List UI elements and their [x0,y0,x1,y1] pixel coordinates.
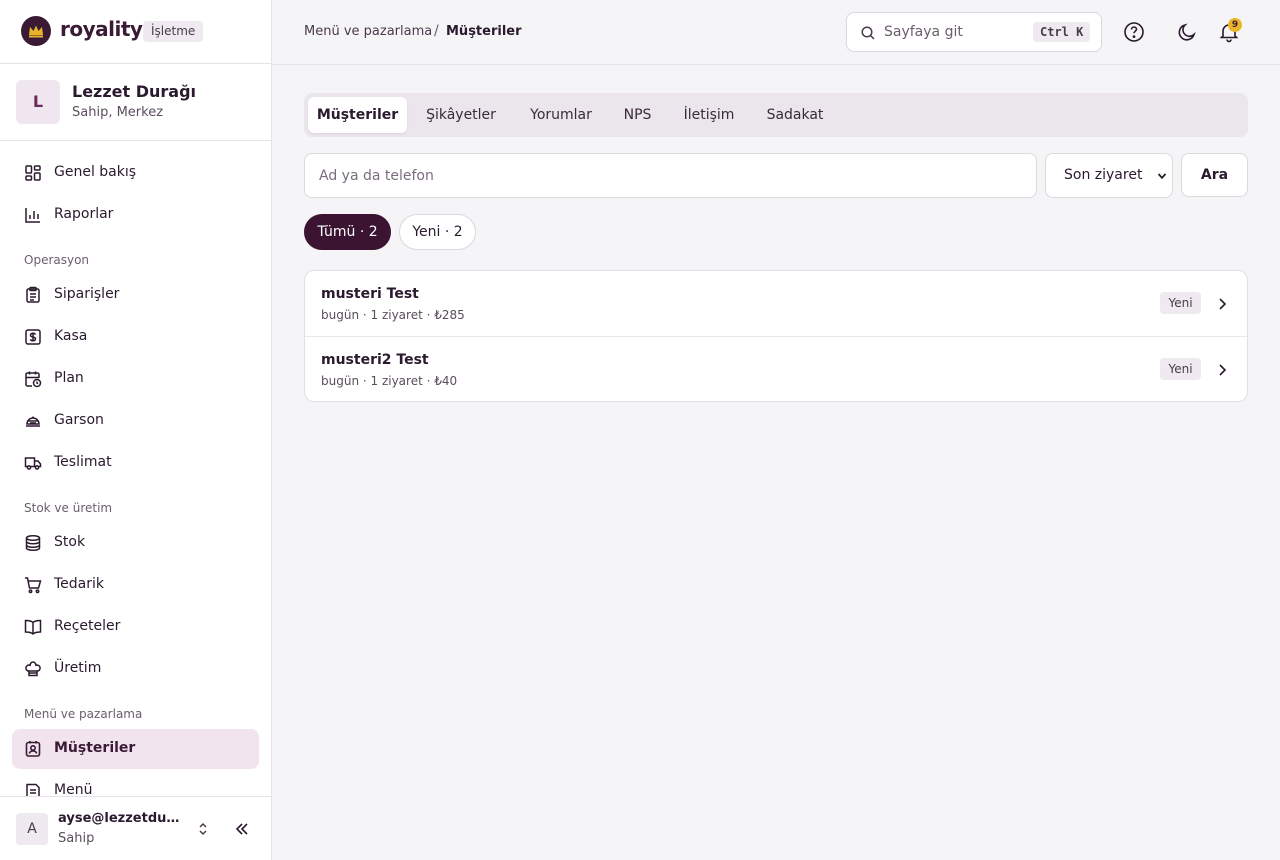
sidebar-item-overview[interactable]: Genel bakış [12,153,259,193]
list-item[interactable]: musteri2 Test bugün · 1 ziyaret · ₺40 Ye… [305,336,1247,401]
sidebar-item-cashier[interactable]: Kasa [12,317,259,357]
customer-list: musteri Test bugün · 1 ziyaret · ₺285 Ye… [304,270,1248,402]
crown-logo-icon [21,16,51,46]
sidebar-item-label: Stok [54,534,86,550]
filter-chip-new[interactable]: Yeni · 2 [399,214,476,250]
tab-reviews[interactable]: Yorumlar [516,97,606,133]
sidebar-nav: Genel bakış Raporlar Operasyon Siparişle… [0,141,271,796]
sidebar-item-waiter[interactable]: Garson [12,401,259,441]
menu-book-icon [26,783,40,796]
breadcrumb-parent[interactable]: Menü ve pazarlama [304,24,432,39]
breadcrumb-current: Müşteriler [446,24,522,39]
breadcrumb-separator: / [434,23,439,39]
status-badge: Yeni [1160,292,1201,314]
topbar: Menü ve pazarlama / Müşteriler Sayfaya g… [272,0,1280,65]
customer-meta: bugün · 1 ziyaret · ₺40 [321,374,458,388]
sidebar-item-label: Genel bakış [54,164,137,180]
tab-customers[interactable]: Müşteriler [308,97,407,133]
sidebar-item-label: Siparişler [54,286,120,302]
sidebar-item-stock[interactable]: Stok [12,523,259,563]
status-badge: Yeni [1160,358,1201,380]
search-button[interactable]: Ara [1181,153,1248,197]
sidebar-item-plan[interactable]: Plan [12,359,259,399]
user-email: ayse@lezzetduragi.com [58,811,184,826]
chevron-right-icon [1219,364,1227,376]
goto-search[interactable]: Sayfaya git Ctrl K [846,12,1102,52]
sort-selected-value: Son ziyaret [1064,167,1143,183]
business-name: Lezzet Durağı [72,82,197,101]
database-icon [25,534,41,552]
sidebar-item-label: Müşteriler [54,740,136,756]
help-icon[interactable] [1122,20,1146,44]
nav-section-stock: Stok ve üretim [24,501,113,515]
bar-chart-icon [25,208,40,223]
nav-section-marketing: Menü ve pazarlama [24,707,143,721]
business-role: Sahip, Merkez [72,105,164,120]
sidebar-item-label: Tedarik [54,576,105,592]
sidebar: royality İşletme L Lezzet Durağı Sahip, … [0,0,272,860]
tab-loyalty[interactable]: Sadakat [753,97,837,133]
sidebar-item-orders[interactable]: Siparişler [12,275,259,315]
user-account[interactable]: A ayse@lezzetduragi.com Sahip [0,796,271,860]
truck-icon [24,457,42,470]
book-open-icon [24,619,42,636]
cash-register-icon [25,329,41,345]
goto-placeholder: Sayfaya git [884,24,963,40]
sidebar-item-reports[interactable]: Raporlar [12,195,259,235]
cloche-icon [26,416,40,427]
sidebar-item-supply[interactable]: Tedarik [12,565,259,605]
sidebar-item-recipes[interactable]: Reçeteler [12,607,259,647]
chevrons-up-down-icon[interactable] [195,821,211,837]
user-avatar: A [16,813,48,845]
calendar-clock-icon [25,371,42,388]
sidebar-item-customers[interactable]: Müşteriler [12,729,259,769]
shortcut-hint: Ctrl K [1033,22,1091,42]
sort-select[interactable]: Son ziyaret [1045,153,1173,198]
sidebar-item-production[interactable]: Üretim [12,649,259,689]
collapse-sidebar-icon[interactable] [233,820,251,838]
business-switcher[interactable]: L Lezzet Durağı Sahip, Merkez [0,64,271,141]
sidebar-item-label: Garson [54,412,104,428]
list-item[interactable]: musteri Test bugün · 1 ziyaret · ₺285 Ye… [305,271,1247,336]
brand-name: royality [60,17,143,41]
sidebar-item-label: Raporlar [54,206,114,222]
customer-name: musteri Test [321,286,419,302]
sidebar-item-label: Üretim [54,660,102,676]
tab-nps[interactable]: NPS [610,97,665,133]
chef-hat-icon [25,661,41,677]
filter-chip-all[interactable]: Tümü · 2 [304,214,391,250]
brand-header: royality İşletme [0,0,271,64]
clipboard-list-icon [26,286,40,303]
tab-complaints[interactable]: Şikâyetler [411,97,511,133]
customer-meta: bugün · 1 ziyaret · ₺285 [321,308,465,322]
customer-name: musteri2 Test [321,352,429,368]
brand-badge: İşletme [143,21,204,42]
chevron-right-icon [1219,298,1227,310]
sidebar-item-delivery[interactable]: Teslimat [12,443,259,483]
moon-icon[interactable] [1175,20,1199,44]
contact-icon [25,741,41,757]
sidebar-item-menu[interactable]: Menü [12,771,259,796]
sidebar-item-label: Plan [54,370,84,386]
tab-contact[interactable]: İletişim [670,97,748,133]
shopping-cart-icon [25,577,42,594]
business-avatar: L [16,80,60,124]
user-role: Sahip [58,831,95,846]
layout-grid-icon [25,165,41,181]
sidebar-item-label: Kasa [54,328,88,344]
sidebar-item-label: Menü [54,782,93,796]
sidebar-item-label: Reçeteler [54,618,121,634]
nav-section-operations: Operasyon [24,253,90,267]
search-icon [861,26,875,40]
tab-bar: Müşteriler Şikâyetler Yorumlar NPS İleti… [304,93,1248,137]
sidebar-item-label: Teslimat [54,454,112,470]
chevron-down-icon [1157,173,1167,180]
notification-count-badge: 9 [1228,18,1242,32]
customer-search-input[interactable] [304,153,1037,198]
